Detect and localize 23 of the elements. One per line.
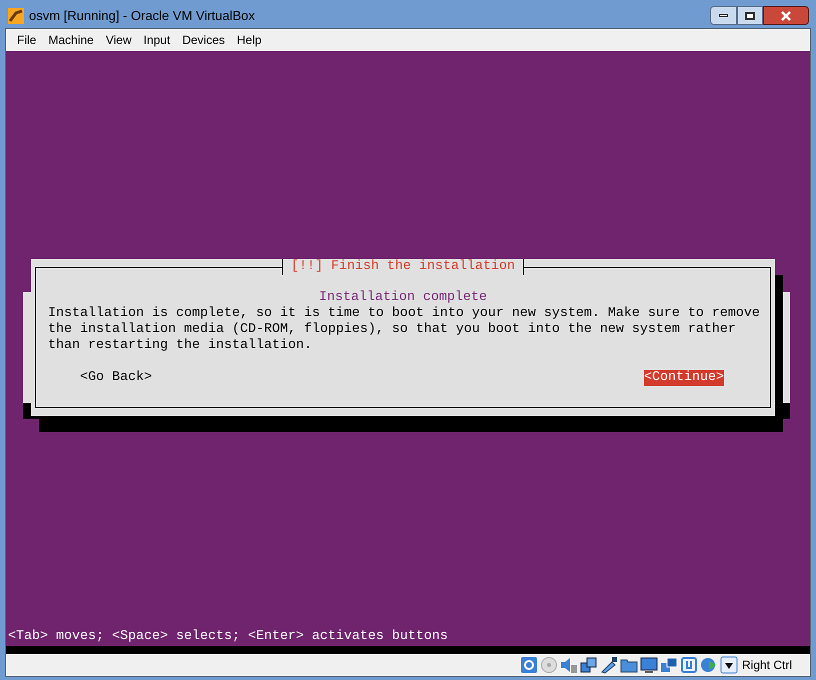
dialog-title: [!!] Finish the installation (282, 259, 524, 275)
key-hint: <Tab> moves; <Space> selects; <Enter> activates buttons (7, 629, 449, 646)
menu-item[interactable]: View (100, 31, 136, 49)
menu-item[interactable]: Input (138, 31, 176, 49)
usb-icon[interactable] (600, 656, 618, 674)
minimize-button[interactable] (710, 6, 737, 25)
dialog-message: Installation is complete, so it is time to boot into your new system. Make sure to remove the installation media (CD-ROM, floppies), so that you boot into the new system rather than restarting the installation. (48, 306, 761, 354)
dialog-heading: Installation complete (318, 290, 488, 306)
host-key-label: Right Ctrl (742, 657, 792, 674)
menu-item[interactable]: Help (232, 31, 267, 49)
network-icon[interactable] (580, 656, 598, 674)
menu-item[interactable]: Machine (43, 31, 99, 49)
chip-icon[interactable] (680, 656, 698, 674)
dialog-button[interactable]: <Continue> (644, 370, 724, 386)
maximize-button[interactable] (737, 6, 763, 25)
close-icon (780, 10, 792, 20)
display-icon[interactable] (640, 656, 658, 674)
window-title: osvm [Running] - Oracle VM VirtualBox (29, 6, 255, 25)
app-logo-icon (7, 6, 25, 24)
close-button[interactable] (763, 6, 809, 25)
menu-item[interactable]: File (12, 31, 42, 49)
menu-item[interactable]: Devices (177, 31, 230, 49)
dialog-button[interactable]: <Go Back> (80, 370, 152, 386)
